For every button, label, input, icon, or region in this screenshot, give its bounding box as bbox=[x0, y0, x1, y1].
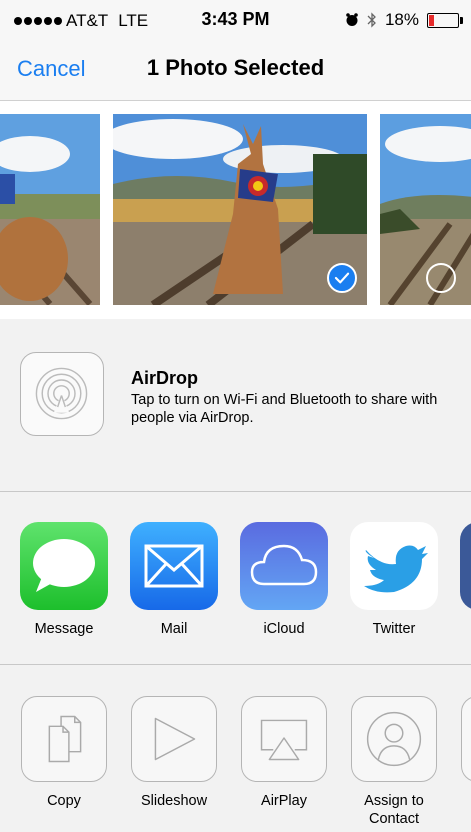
photo-strip[interactable] bbox=[0, 101, 471, 319]
share-facebook-button[interactable]: F bbox=[454, 522, 471, 638]
airdrop-section: AirDrop Tap to turn on Wi-Fi and Bluetoo… bbox=[0, 320, 471, 492]
airdrop-title: AirDrop bbox=[131, 368, 198, 388]
action-label: Assign to Contact bbox=[364, 793, 424, 827]
airplay-button[interactable]: AirPlay bbox=[234, 696, 334, 810]
slideshow-icon bbox=[131, 696, 217, 782]
share-app-label: Twitter bbox=[372, 621, 416, 637]
share-twitter-button[interactable]: Twitter bbox=[344, 522, 444, 638]
share-mail-button[interactable]: Mail bbox=[124, 522, 224, 638]
navigation-bar: Cancel 1 Photo Selected bbox=[0, 40, 471, 101]
share-app-label: Mail bbox=[160, 621, 188, 637]
airdrop-description: Tap to turn on Wi-Fi and Bluetooth to sh… bbox=[131, 392, 438, 426]
photo-thumbnail-selected[interactable] bbox=[113, 114, 367, 305]
photo-thumbnail[interactable] bbox=[380, 114, 471, 305]
action-label: Slideshow bbox=[140, 793, 208, 809]
action-label: Copy bbox=[47, 793, 81, 809]
share-icloud-button[interactable]: iCloud bbox=[234, 522, 334, 638]
facebook-icon bbox=[460, 522, 471, 610]
alarm-icon bbox=[346, 13, 358, 26]
share-apps-row: Message Mail iCloud Twitter F bbox=[0, 492, 471, 665]
share-app-label: F bbox=[454, 620, 471, 638]
photo-thumbnail[interactable] bbox=[0, 114, 100, 305]
status-bar: AT&T LTE 3:43 PM 18% bbox=[0, 0, 471, 40]
wallpaper-button[interactable]: W bbox=[454, 696, 471, 810]
share-app-label: Message bbox=[34, 621, 94, 637]
unselected-circle-icon bbox=[426, 263, 456, 293]
airdrop-icon[interactable] bbox=[20, 352, 104, 436]
action-label: AirPlay bbox=[261, 793, 307, 809]
assign-to-contact-button[interactable]: Assign to Contact bbox=[344, 696, 444, 828]
share-app-label: iCloud bbox=[263, 621, 305, 637]
slideshow-button[interactable]: Slideshow bbox=[124, 696, 224, 810]
page-title: 1 Photo Selected bbox=[146, 55, 325, 80]
battery-icon bbox=[427, 12, 463, 28]
twitter-icon bbox=[350, 522, 438, 610]
share-message-button[interactable]: Message bbox=[14, 522, 114, 638]
copy-icon bbox=[21, 696, 107, 782]
mail-icon bbox=[130, 522, 218, 610]
message-icon bbox=[20, 522, 108, 610]
contact-icon bbox=[351, 696, 437, 782]
wallpaper-icon bbox=[461, 696, 471, 782]
action-label: W bbox=[454, 792, 471, 810]
battery-percent: 18% bbox=[384, 10, 419, 29]
copy-button[interactable]: Copy bbox=[14, 696, 114, 810]
bluetooth-icon bbox=[367, 12, 376, 28]
status-right: 18% bbox=[345, 10, 463, 30]
selected-checkmark-icon bbox=[327, 263, 357, 293]
airplay-icon bbox=[241, 696, 327, 782]
icloud-icon bbox=[240, 522, 328, 610]
share-actions-row: Copy Slideshow AirPlay Assign to Contact… bbox=[0, 665, 471, 832]
